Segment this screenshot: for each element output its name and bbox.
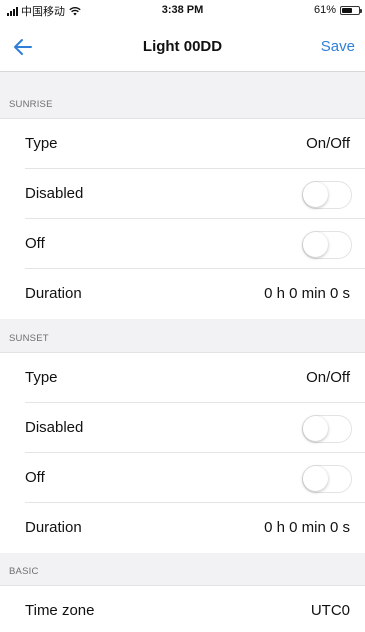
row-label: Off: [25, 235, 45, 252]
row-label: Disabled: [25, 419, 84, 436]
settings-screen: 中国移动 3:38 PM 61% Light 00DD Save SUNRISE…: [0, 0, 365, 632]
page-title: Light 00DD: [142, 38, 223, 55]
row-label: Duration: [25, 285, 82, 302]
section-title: SUNRISE: [9, 99, 53, 110]
sunrise-off-toggle[interactable]: [302, 231, 352, 259]
row-label: Type: [25, 135, 58, 152]
sunrise-type-row[interactable]: Type On/Off: [0, 119, 365, 169]
sunrise-off-row: Off: [0, 219, 365, 269]
row-label: Type: [25, 369, 58, 386]
row-value: 0 h 0 min 0 s: [264, 519, 350, 536]
battery-fill: [342, 7, 352, 13]
basic-timezone-row[interactable]: Time zone UTC0: [0, 586, 365, 632]
sunrise-duration-row[interactable]: Duration 0 h 0 min 0 s: [0, 269, 365, 319]
section-title: BASIC: [9, 566, 39, 577]
section-header-basic: BASIC: [0, 553, 365, 586]
row-value: 0 h 0 min 0 s: [264, 285, 350, 302]
toggle-knob: [303, 232, 328, 257]
row-value: UTC0: [310, 602, 350, 619]
status-time: 3:38 PM: [161, 4, 204, 16]
toggle-knob: [303, 182, 328, 207]
sunset-disabled-row: Disabled: [0, 403, 365, 453]
row-value: On/Off: [306, 369, 350, 386]
toggle-knob: [303, 466, 328, 491]
sunset-off-toggle[interactable]: [302, 465, 352, 493]
toggle-knob: [303, 416, 328, 441]
sunset-type-row[interactable]: Type On/Off: [0, 353, 365, 403]
sunset-off-row: Off: [0, 453, 365, 503]
row-label: Disabled: [25, 185, 84, 202]
row-label: Off: [25, 469, 45, 486]
section-header-sunset: SUNSET: [0, 319, 365, 353]
sunrise-disabled-toggle[interactable]: [302, 181, 352, 209]
row-value: On/Off: [306, 135, 350, 152]
status-right: 61%: [313, 4, 362, 16]
battery-tip: [360, 8, 362, 13]
sunset-disabled-toggle[interactable]: [302, 415, 352, 443]
row-label: Duration: [25, 519, 82, 536]
sunrise-disabled-row: Disabled: [0, 169, 365, 219]
section-header-sunrise: SUNRISE: [0, 72, 365, 119]
save-button[interactable]: Save: [321, 38, 355, 55]
battery-percent: 61%: [313, 4, 336, 16]
navigation-bar: Light 00DD Save: [0, 22, 365, 72]
section-title: SUNSET: [9, 333, 49, 344]
sunset-duration-row[interactable]: Duration 0 h 0 min 0 s: [0, 503, 365, 553]
battery-icon: [340, 5, 362, 15]
status-bar: 中国移动 3:38 PM 61%: [0, 0, 365, 22]
row-label: Time zone: [25, 602, 95, 619]
